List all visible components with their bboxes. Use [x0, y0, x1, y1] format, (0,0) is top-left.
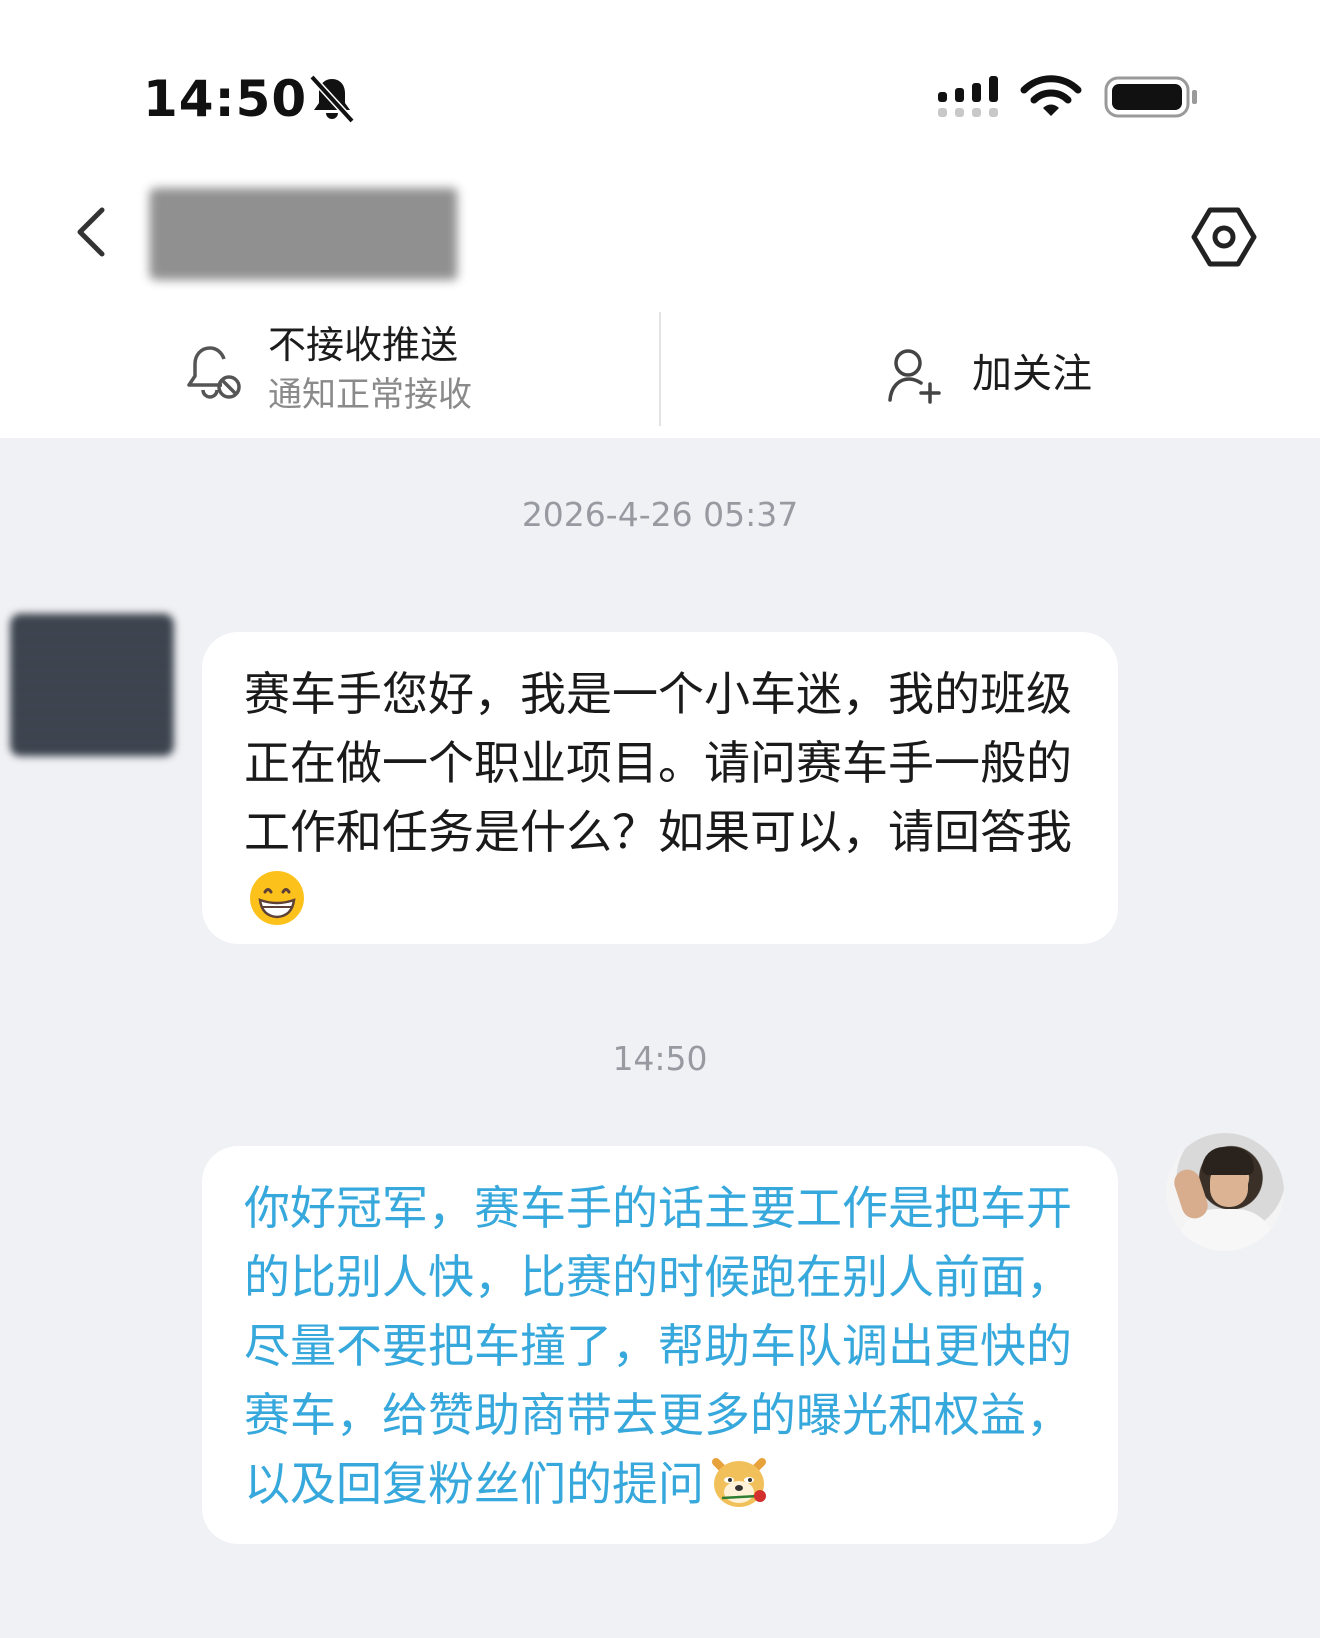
- back-button[interactable]: [66, 198, 122, 266]
- avatar-hair: [1202, 1147, 1254, 1175]
- message-timestamp: 14:50: [612, 1039, 708, 1078]
- outgoing-message-bubble[interactable]: 你好冠军，赛车手的话主要工作是把车开的比别人快，比赛的时候跑在别人前面，尽量不要…: [202, 1146, 1118, 1544]
- notify-subtitle: 通知正常接收: [268, 375, 472, 415]
- contact-name-redacted: [150, 188, 458, 280]
- my-avatar[interactable]: [1166, 1133, 1284, 1251]
- push-notification-toggle[interactable]: 不接收推送 通知正常接收: [170, 316, 630, 426]
- incoming-message-bubble[interactable]: 赛车手您好，我是一个小车迷，我的班级正在做一个职业项目。请问赛车手一般的工作和任…: [202, 632, 1118, 944]
- follow-button[interactable]: 加关注: [880, 340, 1120, 410]
- follow-label: 加关注: [972, 351, 1092, 397]
- add-user-icon: [888, 349, 941, 404]
- chevron-left-icon: [77, 207, 105, 257]
- incoming-message-text: 赛车手您好，我是一个小车迷，我的班级正在做一个职业项目。请问赛车手一般的工作和任…: [244, 660, 1078, 936]
- avatar-arm: [1170, 1166, 1212, 1222]
- doge-rose-emoji: [712, 1458, 766, 1507]
- settings-button[interactable]: [1188, 202, 1260, 272]
- cellular-signal-icon: [938, 76, 998, 117]
- divider: [659, 312, 661, 426]
- battery-icon: [1104, 76, 1197, 118]
- hexagon-settings-icon: [1191, 207, 1257, 267]
- outgoing-message-text: 你好冠军，赛车手的话主要工作是把车开的比别人快，比赛的时候跑在别人前面，尽量不要…: [244, 1181, 1072, 1511]
- bell-slash-icon: [309, 74, 355, 124]
- status-time: 14:50: [143, 70, 308, 128]
- bell-muted-icon: [187, 346, 241, 399]
- grinning-face-emoji: [250, 871, 304, 925]
- contact-avatar-redacted[interactable]: [10, 614, 174, 756]
- message-timestamp: 2026-4-26 05:37: [521, 495, 799, 534]
- wifi-icon: [1020, 75, 1082, 116]
- notify-title: 不接收推送: [268, 323, 459, 367]
